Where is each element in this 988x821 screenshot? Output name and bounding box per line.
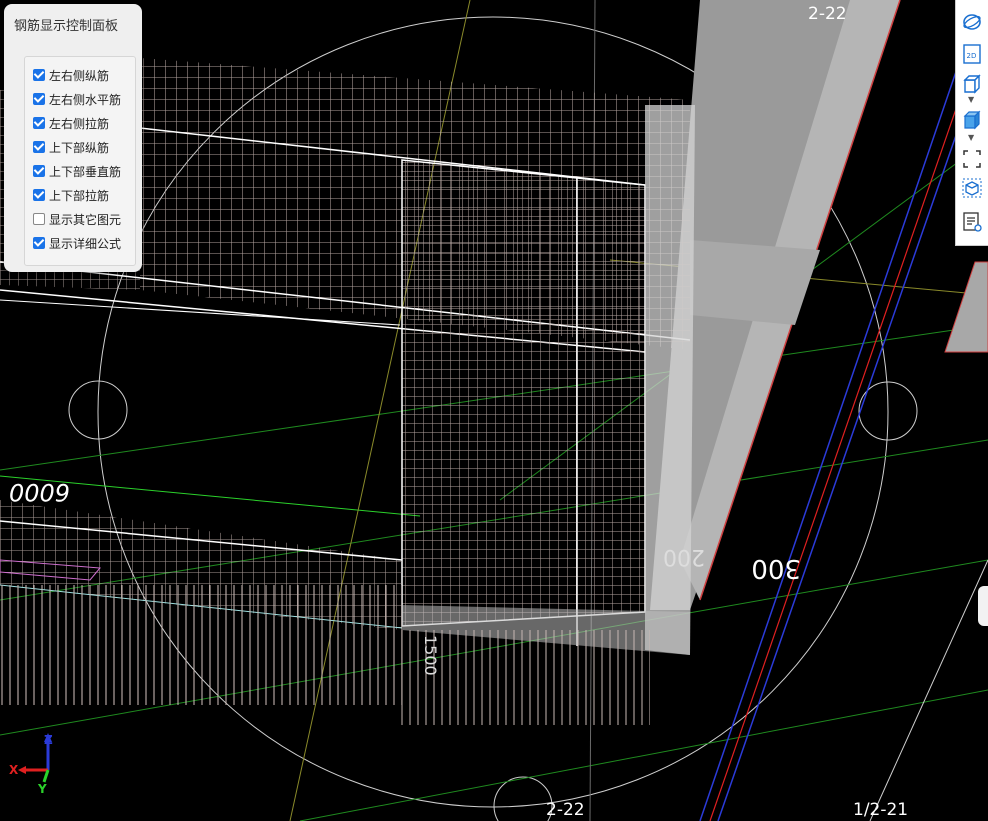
- joint-rebar-block: [401, 105, 695, 655]
- option-label: 上下部纵筋: [49, 140, 110, 155]
- option-label: 左右侧水平筋: [49, 92, 122, 107]
- dim-6000: 6000: [9, 478, 70, 506]
- axis-label-bottom-center: 2-22: [546, 800, 585, 820]
- concrete-column: [650, 0, 988, 610]
- svg-text:2D: 2D: [967, 52, 977, 60]
- option-show-other-elements[interactable]: 显示其它图元: [33, 209, 121, 229]
- option-label: 左右侧拉筋: [49, 116, 110, 131]
- option-list: 左右侧纵筋 左右侧水平筋 左右侧拉筋 上下部纵筋 上下部垂直筋 上下部拉筋 显示…: [24, 56, 136, 266]
- view-toolbar: 2D ▼ ▼: [955, 0, 988, 246]
- checkbox[interactable]: [33, 141, 45, 153]
- checkbox[interactable]: [33, 93, 45, 105]
- orbit-icon[interactable]: [960, 10, 984, 34]
- checkbox[interactable]: [33, 189, 45, 201]
- axis-label-top: 2-22: [808, 4, 847, 24]
- option-tb-longitudinal[interactable]: 上下部纵筋: [33, 137, 109, 157]
- axis-label-bottom-right: 1/2-21: [853, 800, 908, 820]
- checkbox[interactable]: [33, 117, 45, 129]
- option-label: 左右侧纵筋: [49, 68, 110, 83]
- chevron-down-icon[interactable]: ▼: [968, 96, 974, 104]
- checkbox[interactable]: [33, 69, 45, 81]
- option-lr-horizontal[interactable]: 左右侧水平筋: [33, 89, 121, 109]
- option-tb-tie[interactable]: 上下部拉筋: [33, 185, 109, 205]
- option-lr-longitudinal[interactable]: 左右侧纵筋: [33, 65, 109, 85]
- option-show-formula[interactable]: 显示详细公式: [33, 233, 121, 253]
- box-select-icon[interactable]: [960, 176, 984, 200]
- dim-1500: 1500: [421, 635, 440, 676]
- option-lr-tie[interactable]: 左右侧拉筋: [33, 113, 109, 133]
- 2d-view-icon[interactable]: 2D: [960, 42, 984, 66]
- 3d-viewport[interactable]: 6000 300 200 1500 2-22 2-22 1/2-21 Z X Y: [0, 0, 988, 821]
- option-label: 上下部拉筋: [49, 188, 110, 203]
- checkbox[interactable]: [33, 165, 45, 177]
- checkbox[interactable]: [33, 237, 45, 249]
- fit-view-icon[interactable]: [960, 147, 984, 171]
- rebar-display-panel: 钢筋显示控制面板 左右侧纵筋 左右侧水平筋 左右侧拉筋 上下部纵筋 上下部垂直筋…: [4, 4, 142, 272]
- axis-gizmo: Z X Y: [9, 733, 53, 796]
- layer-display-icon[interactable]: [960, 210, 984, 234]
- option-label: 显示其它图元: [49, 212, 122, 227]
- checkbox[interactable]: [33, 213, 45, 225]
- solid-cube-icon[interactable]: [960, 108, 984, 132]
- collapse-side-tab[interactable]: [978, 586, 988, 626]
- 3d-cube-icon[interactable]: [960, 72, 984, 96]
- dim-200: 200: [663, 544, 705, 569]
- dim-300: 300: [751, 553, 801, 583]
- axis-z-label: Z: [44, 733, 53, 747]
- axis-y-label: Y: [37, 782, 47, 796]
- chevron-down-icon[interactable]: ▼: [968, 134, 974, 142]
- option-label: 显示详细公式: [49, 236, 122, 251]
- option-tb-vertical[interactable]: 上下部垂直筋: [33, 161, 121, 181]
- option-label: 上下部垂直筋: [49, 164, 122, 179]
- axis-x-label: X: [9, 763, 19, 777]
- panel-title: 钢筋显示控制面板: [14, 19, 119, 34]
